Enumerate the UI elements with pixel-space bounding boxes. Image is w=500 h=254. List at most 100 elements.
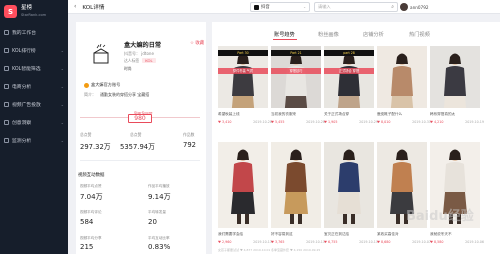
- sidebar-item-kol-filter[interactable]: KOL智能筛选 ⌄: [0, 59, 68, 77]
- sidebar-item-label: 我的工作台: [12, 30, 36, 36]
- filter-icon: [4, 65, 9, 71]
- video-date: 2019.10.07: [412, 240, 431, 244]
- video-meta: ♥ 8,010 2019.10.31: [377, 120, 431, 124]
- metric-label: 视频平均点赞: [80, 184, 102, 188]
- video-date: 2019.10.28: [306, 120, 325, 124]
- model-figure: [443, 53, 467, 108]
- search-placeholder: 请输入: [318, 4, 331, 9]
- video-description[interactable]: 韩系穿搭真的太: [430, 112, 484, 117]
- video-date: 2019.10.31: [412, 120, 431, 124]
- video-caption: 正式场合 穿搭: [324, 68, 374, 74]
- search-input[interactable]: 请输入 ⌕: [314, 2, 398, 12]
- platform-select[interactable]: 抖音 ⌄: [250, 2, 310, 12]
- video-description[interactable]: 当初我的衣服来: [271, 112, 325, 117]
- likes-count: ♥ 5,455: [271, 120, 285, 124]
- video-banner: Part 21: [271, 50, 321, 56]
- video-meta: ♥ 2,960 2019.10.13: [218, 240, 272, 244]
- video-description[interactable]: 冬季宝藏外套 ♥ 4,150 2019.09.25: [271, 248, 325, 252]
- video-thumbnail[interactable]: [430, 46, 480, 108]
- sidebar-item-label: 电商分析: [12, 84, 32, 90]
- video-thumbnail[interactable]: [324, 142, 374, 228]
- video-description[interactable]: 我就说冬天不: [430, 232, 484, 237]
- video-meta: ♥ 5,455 2019.10.28: [271, 120, 325, 124]
- search-icon[interactable]: ⌕: [391, 4, 394, 10]
- likes-count: ♥ 3,765: [271, 240, 285, 244]
- metrics-title: 视频互动数据: [78, 173, 105, 178]
- likes-count: ♥ 8,680: [377, 240, 391, 244]
- chevron-down-icon: ⌄: [60, 47, 64, 53]
- stat-label: 总点赞: [130, 132, 142, 137]
- likes-count: ♥ 4,210: [430, 120, 444, 124]
- chevron-down-icon: ⌄: [60, 83, 64, 89]
- likes-count: ♥ 8,580: [430, 240, 444, 244]
- video-date: 2019.10.29: [359, 120, 378, 124]
- sidebar-item-video-ads[interactable]: 视频广告投放 ⌄: [0, 95, 68, 113]
- video-caption: 穿件冬装 气质: [218, 68, 268, 74]
- video-description[interactable]: 好不容易到这: [271, 232, 325, 237]
- video-meta: ♥ 8,680 2019.10.07: [377, 240, 431, 244]
- cart-icon: [4, 83, 9, 89]
- metric-value: 0.83%: [148, 243, 171, 251]
- video-description[interactable]: 关于正式场合穿: [324, 112, 378, 117]
- video-description[interactable]: 希望秋装上线: [218, 112, 272, 117]
- sidebar-item-label: KOL排行榜: [12, 48, 36, 54]
- douyin-icon: [254, 4, 259, 10]
- watermark: Baidu经验: [406, 209, 474, 224]
- metric-label: 视频平均分享: [80, 236, 102, 240]
- model-figure: [390, 53, 414, 108]
- video-description[interactable]: 宝贝正在到达给: [324, 232, 378, 237]
- tab-account-trend[interactable]: 账号趋势: [274, 31, 295, 38]
- video-description[interactable]: 我们需要学会给: [218, 232, 272, 237]
- video-date: 2019.10.19: [465, 120, 484, 124]
- video-meta: ♥ 8,580 2019.10.06: [430, 240, 484, 244]
- tab-fan-profile[interactable]: 粉丝画像: [318, 31, 339, 38]
- metric-value: 9.14万: [148, 193, 171, 201]
- likes-count: ♥ 1,905: [324, 120, 338, 124]
- video-description[interactable]: 鹿皮靴子配什么: [377, 112, 431, 117]
- sidebar-item-label: 创意洞察: [12, 120, 32, 126]
- tab-hot-videos[interactable]: 热门视频: [409, 31, 430, 38]
- tab-shop-analysis[interactable]: 店铺分析: [363, 31, 384, 38]
- video-description[interactable]: 女孩子都要试试 ♥ 4,877 2019.10.01: [218, 248, 272, 252]
- video-banner: part 28: [324, 50, 374, 56]
- logo-name: 星榜: [21, 4, 33, 11]
- video-date: 2019.10.11: [306, 240, 325, 244]
- stat-value: 5357.94万: [120, 143, 155, 151]
- sidebar-item-kol-ranking[interactable]: KOL排行榜 ⌄: [0, 41, 68, 59]
- platform-value: 抖音: [261, 5, 270, 10]
- profile-logo-icon: [93, 44, 109, 64]
- sidebar-item-monitor[interactable]: 监测分析 ⌄: [0, 131, 68, 149]
- stat-label: 作品数: [183, 132, 195, 137]
- video-date: 2019.10.13: [253, 240, 272, 244]
- chevron-down-icon: ⌄: [60, 137, 64, 143]
- bulb-icon: [4, 119, 9, 125]
- video-caption: 穿搭技巧: [271, 68, 321, 74]
- profile-category: 时尚: [124, 66, 132, 71]
- metric-label: 平均互动比率: [148, 236, 170, 240]
- video-banner: Part 30: [218, 50, 268, 56]
- user-menu[interactable]: ann0792: [400, 2, 429, 12]
- video-meta: ♥ 3,410 2019.10.28: [218, 120, 272, 124]
- video-meta: ♥ 3,765 2019.10.11: [271, 240, 325, 244]
- video-thumbnail[interactable]: [377, 46, 427, 108]
- verified-icon: [84, 82, 89, 88]
- video-description[interactable]: 某收买高佳对: [377, 232, 431, 237]
- metric-label: 作品平均播放: [148, 184, 170, 188]
- favorite-button[interactable]: ☆ 收藏: [190, 40, 204, 46]
- profile-name: 盒大嫲的日常: [124, 42, 162, 49]
- star-score: StarScore 980: [80, 110, 200, 124]
- video-date: 2019.10.28: [253, 120, 272, 124]
- logo[interactable]: S 星榜 StarRank.com: [0, 0, 68, 20]
- video-thumbnail[interactable]: [271, 142, 321, 228]
- sidebar-item-workbench[interactable]: 我的工作台: [0, 23, 68, 41]
- verified-badge: 盒大嫲官方账号: [84, 82, 120, 88]
- divider: [80, 160, 200, 161]
- sidebar-item-creative[interactable]: 创意洞察 ⌄: [0, 113, 68, 131]
- sidebar-item-ecommerce[interactable]: 电商分析 ⌄: [0, 77, 68, 95]
- stat-value: 792: [183, 141, 196, 149]
- video-thumbnail[interactable]: [218, 142, 268, 228]
- video-date: 2019.10.11: [359, 240, 378, 244]
- back-icon[interactable]: ‹: [74, 3, 76, 10]
- likes-count: ♥ 3,410: [218, 120, 232, 124]
- stat-label: 总点赞: [80, 132, 92, 137]
